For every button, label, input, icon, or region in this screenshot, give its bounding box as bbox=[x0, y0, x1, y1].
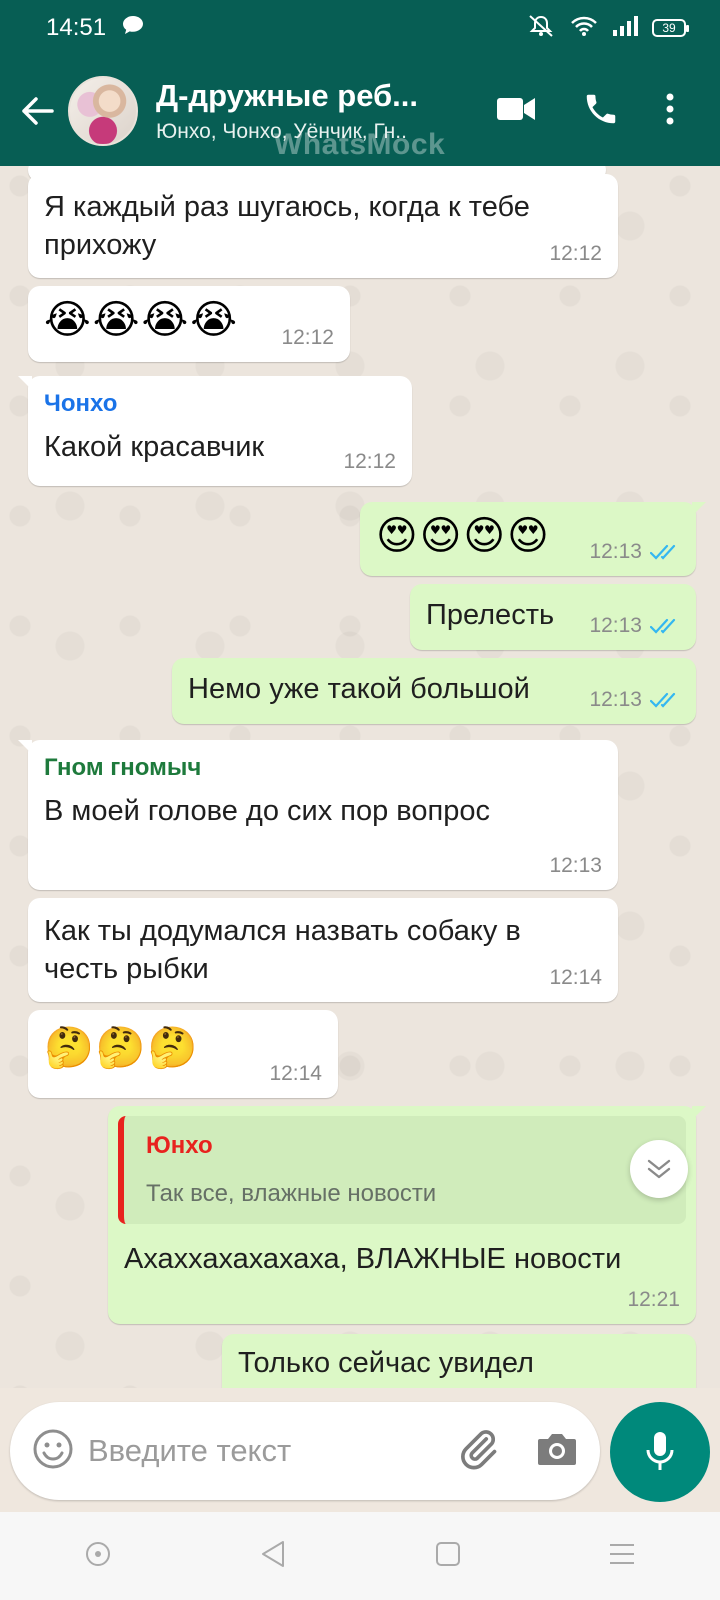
mute-icon bbox=[526, 14, 556, 43]
message-time: 12:12 bbox=[549, 242, 602, 265]
voice-message-button[interactable] bbox=[610, 1402, 710, 1502]
message-text: Ахаххахахахаха, ВЛАЖНЫЕ новости bbox=[124, 1243, 622, 1275]
video-call-button[interactable] bbox=[496, 95, 536, 128]
message-bubble-outgoing[interactable]: Немо уже такой большой 12:13 bbox=[172, 658, 696, 724]
back-button[interactable] bbox=[6, 56, 68, 166]
group-avatar[interactable] bbox=[68, 76, 138, 146]
message-time: 12:13 bbox=[549, 854, 602, 877]
battery-icon: 39 bbox=[652, 19, 689, 37]
message-time: 12:13 bbox=[589, 614, 642, 637]
attach-button[interactable] bbox=[456, 1427, 500, 1476]
message-bubble[interactable]: Как ты додумался назвать собаку в честь … bbox=[28, 898, 618, 1002]
message-time: 12:14 bbox=[549, 966, 602, 989]
nav-recents-button[interactable] bbox=[608, 1542, 636, 1571]
read-receipt-icon bbox=[650, 544, 676, 560]
sender-name: Гном гномыч bbox=[44, 754, 202, 781]
triangle-back-icon bbox=[262, 1540, 285, 1567]
read-receipt-icon bbox=[650, 692, 676, 708]
paperclip-icon bbox=[461, 1429, 497, 1469]
watermark: WhatsMock bbox=[274, 128, 446, 161]
message-text: Как ты додумался назвать собаку в честь … bbox=[44, 915, 521, 985]
message-time: 12:14 bbox=[269, 1062, 322, 1085]
smiley-icon bbox=[33, 1429, 73, 1468]
wifi-icon bbox=[570, 15, 598, 42]
message-bubble[interactable]: Чонхо Какой красавчик 12:12 bbox=[18, 376, 412, 486]
voice-call-button[interactable] bbox=[582, 90, 620, 133]
camera-button[interactable] bbox=[536, 1431, 578, 1472]
scroll-to-bottom-button[interactable] bbox=[630, 1140, 688, 1198]
quoted-sender: Юнхо bbox=[146, 1132, 213, 1159]
message-input[interactable]: Введите текст bbox=[88, 1433, 456, 1469]
message-bubble-outgoing[interactable]: 😍😍😍😍 12:13 bbox=[360, 502, 706, 576]
chevron-double-down-icon bbox=[647, 1159, 671, 1179]
status-time: 14:51 bbox=[46, 14, 107, 41]
quoted-text: Так все, влажные новости bbox=[146, 1180, 437, 1207]
arrow-left-icon bbox=[22, 97, 54, 125]
video-camera-icon bbox=[497, 97, 535, 120]
microphone-icon bbox=[646, 1432, 674, 1470]
camera-icon bbox=[538, 1433, 576, 1465]
emoji-button[interactable] bbox=[32, 1428, 74, 1475]
message-bubble[interactable]: 🤔🤔🤔 12:14 bbox=[28, 1010, 338, 1098]
menu-lines-icon bbox=[610, 1543, 635, 1564]
message-bubble[interactable]: Гном гномыч В моей голове до сих пор воп… bbox=[18, 740, 618, 890]
quoted-message[interactable]: Юнхо Так все, влажные новости bbox=[118, 1116, 686, 1224]
phone-icon bbox=[586, 94, 616, 123]
message-text: В моей голове до сих пор вопрос bbox=[44, 795, 490, 827]
signal-icon bbox=[612, 15, 638, 42]
message-bubble[interactable]: 😭😭😭😭 12:12 bbox=[28, 286, 350, 362]
message-time: 12:12 bbox=[343, 450, 396, 473]
system-navigation-bar bbox=[0, 1512, 720, 1600]
message-bubble-outgoing-reply[interactable]: Юнхо Так все, влажные новости Ахаххахаха… bbox=[108, 1106, 706, 1324]
message-time: 12:12 bbox=[281, 326, 334, 349]
square-home-icon bbox=[435, 1541, 460, 1566]
more-options-button[interactable] bbox=[666, 93, 674, 130]
message-time: 12:21 bbox=[627, 1288, 680, 1311]
read-receipt-icon bbox=[650, 618, 676, 634]
message-bubble[interactable]: Я каждый раз шугаюсь, когда к тебе прихо… bbox=[28, 174, 618, 278]
message-time: 12:13 bbox=[589, 688, 642, 711]
message-bubble-outgoing[interactable]: Только сейчас увидел bbox=[222, 1334, 696, 1388]
message-list[interactable]: Я каждый раз шугаюсь, когда к тебе прихо… bbox=[0, 166, 720, 1388]
more-vertical-icon bbox=[666, 93, 674, 124]
status-bar: 14:51 39 bbox=[0, 0, 720, 56]
sender-name: Чонхо bbox=[44, 390, 118, 417]
assistant-button[interactable] bbox=[84, 1540, 112, 1573]
message-notification-icon bbox=[122, 14, 144, 42]
message-composer: Введите текст bbox=[10, 1402, 600, 1500]
circle-dot-icon bbox=[85, 1541, 110, 1566]
message-bubble-outgoing[interactable]: Прелесть 12:13 bbox=[410, 584, 696, 650]
nav-home-button[interactable] bbox=[435, 1541, 461, 1572]
message-text: Только сейчас увидел bbox=[238, 1347, 534, 1379]
nav-back-button[interactable] bbox=[259, 1539, 287, 1574]
message-time: 12:13 bbox=[589, 540, 642, 563]
chat-title: Д-дружные реб... bbox=[156, 78, 419, 113]
message-text: Я каждый раз шугаюсь, когда к тебе прихо… bbox=[44, 191, 530, 261]
